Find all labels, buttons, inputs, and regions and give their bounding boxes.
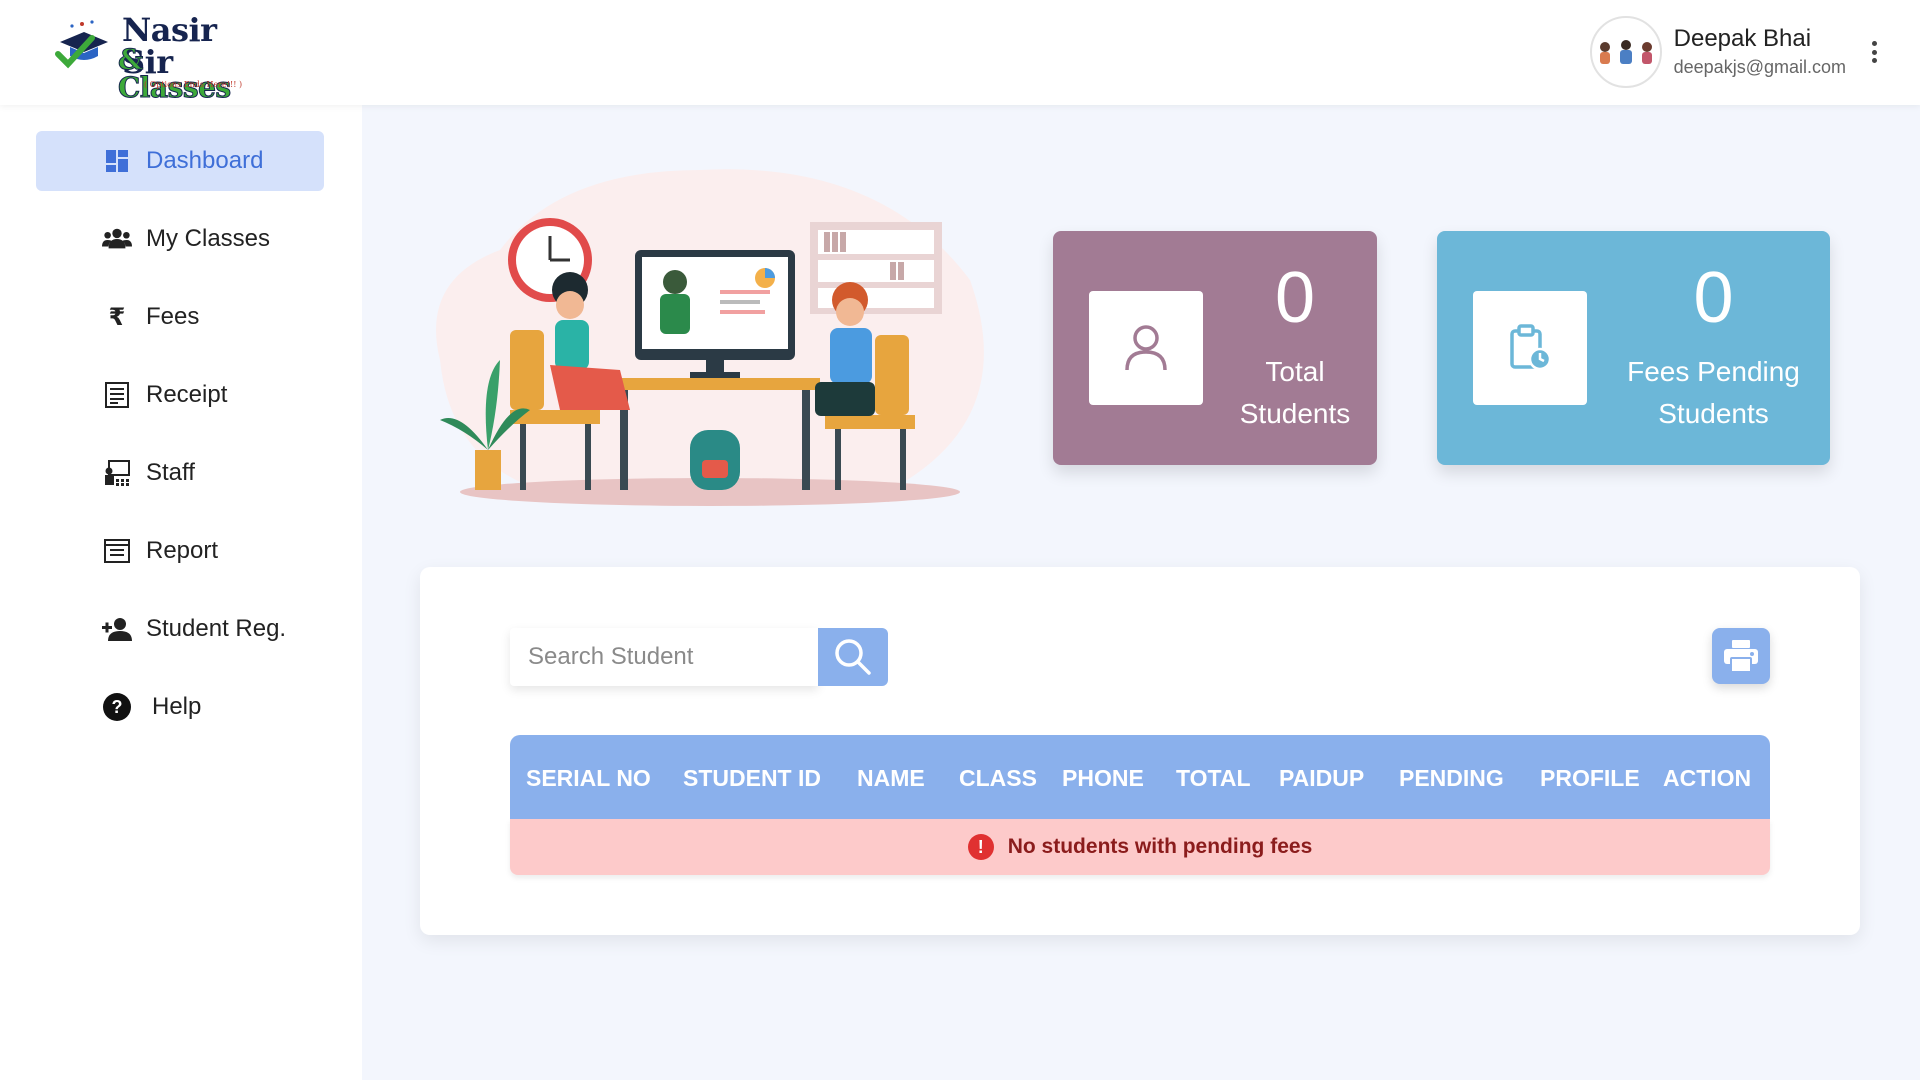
column-header[interactable]: PROFILE	[1540, 765, 1640, 792]
avatar[interactable]	[1589, 16, 1662, 88]
more-options-icon[interactable]	[1868, 37, 1880, 67]
sidebar-item-label: Report	[146, 537, 219, 564]
brand-tagline: ( Options Ends Here!!! )	[144, 80, 243, 89]
avatar-image	[1599, 40, 1652, 64]
staff-icon	[102, 458, 132, 488]
table-header: SERIAL NO STUDENT ID NAME CLASS PHONE TO…	[510, 735, 1770, 819]
search-bar	[510, 628, 888, 686]
receipt-icon	[102, 380, 132, 410]
column-header[interactable]: NAME	[857, 765, 925, 792]
sidebar-item-label: My Classes	[146, 225, 271, 252]
column-header[interactable]: CLASS	[959, 765, 1037, 792]
users-icon	[102, 224, 132, 254]
total-students-card[interactable]: 0 Total Students	[1053, 231, 1377, 465]
sidebar-item-dashboard[interactable]: Dashboard	[36, 131, 324, 191]
column-header[interactable]: PAIDUP	[1279, 765, 1364, 792]
column-header[interactable]: ACTION	[1663, 765, 1751, 792]
help-icon: ?	[102, 692, 132, 722]
user-email: deepakjs@gmail.com	[1673, 57, 1846, 77]
sidebar-item-label: Receipt	[146, 381, 228, 408]
sidebar: Dashboard My Classes ₹ Fees Receipt Staf…	[0, 105, 362, 1080]
svg-text:?: ?	[112, 697, 123, 717]
dashboard-icon	[102, 146, 132, 176]
sidebar-item-student-reg[interactable]: Student Reg.	[36, 599, 324, 659]
column-header[interactable]: SERIAL NO	[526, 765, 651, 792]
add-user-icon	[102, 614, 132, 644]
classroom-illustration	[436, 169, 984, 506]
printer-icon	[1724, 640, 1758, 673]
fees-pending-label: Fees Pending Students	[1627, 356, 1800, 429]
empty-state-row: ! No students with pending fees	[510, 819, 1770, 875]
sidebar-item-label: Dashboard	[146, 147, 264, 174]
user-name: Deepak Bhai	[1673, 25, 1812, 52]
search-input[interactable]	[510, 628, 818, 686]
students-table: SERIAL NO STUDENT ID NAME CLASS PHONE TO…	[510, 735, 1770, 875]
user-menu: Deepak Bhai deepakjs@gmail.com	[1589, 16, 1880, 88]
rupee-icon: ₹	[108, 303, 126, 331]
sidebar-item-staff[interactable]: Staff	[36, 443, 324, 503]
sidebar-item-fees[interactable]: ₹ Fees	[36, 287, 324, 347]
top-header: Nasir Sir & Classes ( Options Ends Here!…	[0, 0, 1920, 105]
sidebar-item-label: Student Reg.	[146, 615, 287, 642]
graduation-cap-icon	[55, 20, 108, 69]
sidebar-item-label: Staff	[146, 459, 195, 486]
clipboard-clock-icon	[1473, 291, 1587, 405]
fees-pending-card[interactable]: 0 Fees Pending Students	[1437, 231, 1830, 465]
fees-pending-count: 0	[1693, 258, 1734, 338]
sidebar-item-label: Fees	[146, 303, 200, 330]
total-students-count: 0	[1274, 258, 1316, 338]
column-header[interactable]: STUDENT ID	[683, 765, 821, 792]
user-icon	[1089, 291, 1203, 405]
search-icon	[835, 639, 871, 675]
error-icon: !	[967, 834, 994, 860]
brand-name-line2: & Classes	[118, 43, 232, 104]
sidebar-item-help[interactable]: ? Help	[36, 677, 324, 737]
total-students-label: Total Students	[1239, 356, 1351, 429]
empty-state-message: No students with pending fees	[1007, 835, 1313, 858]
column-header[interactable]: PHONE	[1062, 765, 1144, 792]
brand-logo[interactable]: Nasir Sir & Classes ( Options Ends Here!…	[52, 12, 262, 102]
column-header[interactable]: TOTAL	[1176, 765, 1251, 792]
sidebar-item-report[interactable]: Report	[36, 521, 324, 581]
search-button[interactable]	[818, 628, 888, 686]
column-header[interactable]: PENDING	[1399, 765, 1504, 792]
sidebar-item-receipt[interactable]: Receipt	[36, 365, 324, 425]
sidebar-item-label: Help	[152, 693, 202, 720]
print-button[interactable]	[1712, 628, 1770, 684]
report-icon	[102, 536, 132, 566]
pending-fees-panel: SERIAL NO STUDENT ID NAME CLASS PHONE TO…	[420, 567, 1860, 935]
sidebar-item-my-classes[interactable]: My Classes	[36, 209, 324, 269]
